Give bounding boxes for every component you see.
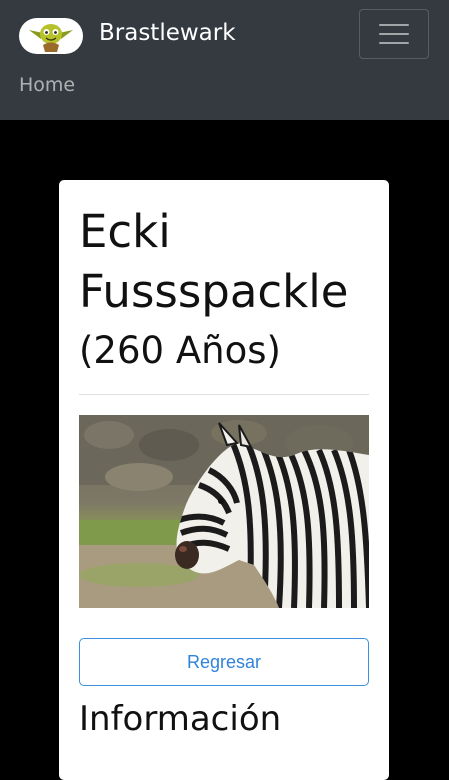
nav-home-link[interactable]: Home (19, 74, 75, 96)
hamburger-bar (379, 42, 409, 44)
info-heading: Información (79, 699, 282, 739)
gnome-name: Ecki Fussspackle (79, 205, 349, 318)
zebra-photo (79, 415, 369, 608)
profile-card: Ecki Fussspackle (260 Años) Regresar Inf… (59, 180, 389, 780)
hamburger-bar (379, 24, 409, 26)
brand-name[interactable]: Brastlewark (99, 20, 236, 46)
goblin-logo-icon (19, 18, 83, 54)
back-button[interactable]: Regresar (79, 638, 369, 686)
gnome-age: (260 Años) (79, 329, 281, 372)
brand-link[interactable]: Brastlewark (19, 16, 236, 56)
hamburger-bar (379, 33, 409, 35)
navbar: Brastlewark Home (0, 0, 449, 120)
hamburger-menu-icon[interactable] (359, 9, 429, 59)
divider (79, 394, 369, 395)
